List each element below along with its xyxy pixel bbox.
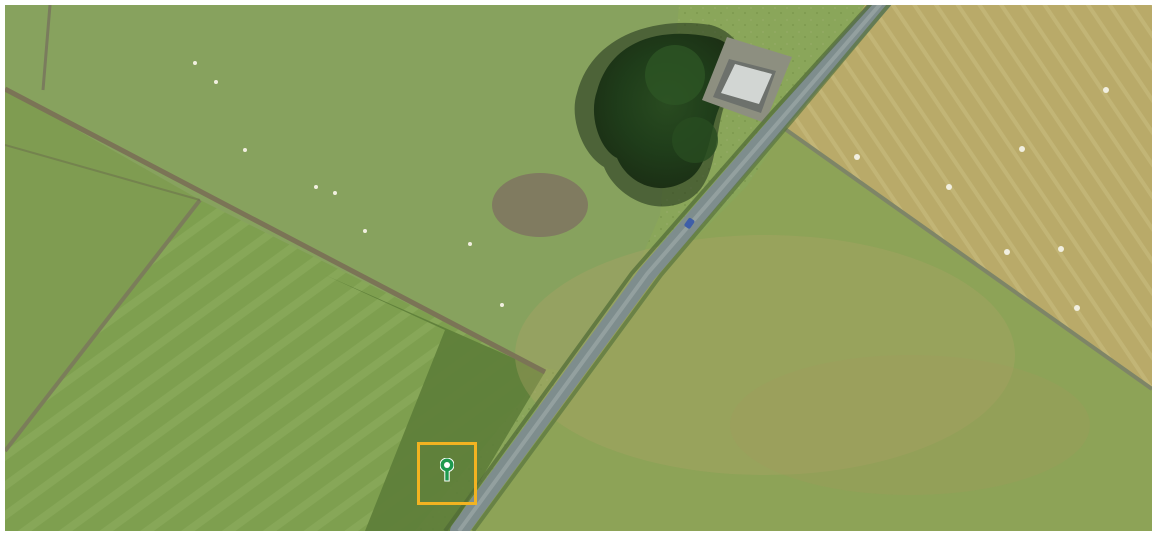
location-pin-icon[interactable] bbox=[440, 458, 454, 482]
satellite-map[interactable] bbox=[5, 5, 1152, 531]
aerial-imagery bbox=[5, 5, 1152, 531]
